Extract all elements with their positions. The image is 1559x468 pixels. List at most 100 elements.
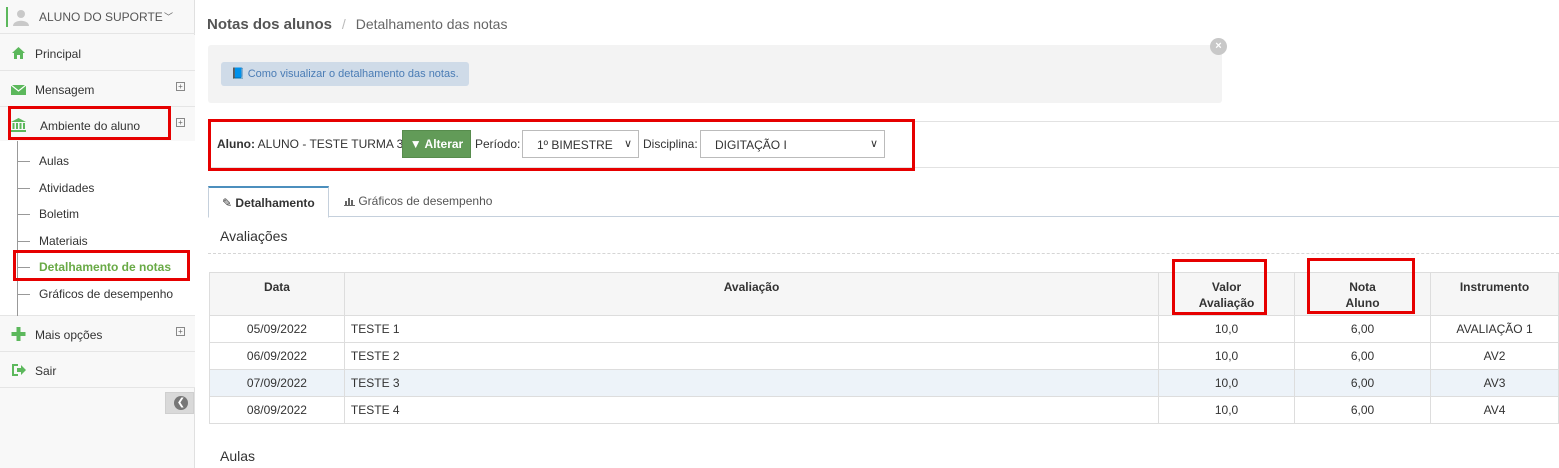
column-header-instrumento: Instrumento [1430, 272, 1559, 316]
page-subtitle: Detalhamento das notas [355, 16, 508, 32]
cell-instrumento: AVALIAÇÃO 1 [1430, 315, 1559, 343]
info-panel: 📘 Como visualizar o detalhamento das nota… [208, 45, 1222, 103]
divider [208, 167, 1559, 168]
submenu-item-label: Gráficos de desempenho [39, 287, 174, 301]
cell-data: 07/09/2022 [209, 369, 345, 397]
cell-valor: 10,0 [1158, 396, 1296, 424]
grades-table: Data Avaliação Valor Avaliação Nota Alun… [209, 272, 1559, 424]
student-name: ALUNO - TESTE TURMA 3 [257, 137, 404, 151]
divider [208, 121, 1559, 122]
user-indicator [6, 7, 8, 27]
submenu-item-atividades[interactable]: Atividades [18, 178, 194, 198]
tree-dash [18, 214, 30, 215]
table-row: 05/09/2022 TESTE 1 10,0 6,00 AVALIAÇÃO 1 [209, 315, 1559, 343]
tree-dash [18, 267, 30, 268]
expand-icon[interactable]: + [176, 118, 185, 127]
cell-avaliacao: TESTE 1 [343, 315, 1160, 343]
breadcrumb-separator: / [341, 16, 346, 32]
cell-data: 06/09/2022 [209, 342, 345, 370]
exit-icon [12, 364, 26, 376]
sidebar-collapse-button[interactable]: ❮ [165, 392, 194, 414]
column-header-data: Data [209, 272, 345, 316]
home-icon [12, 47, 25, 59]
filter-icon: ▼ [409, 137, 422, 151]
submenu-item-label: Detalhamento de notas [39, 260, 172, 274]
help-button[interactable]: 📘 Como visualizar o detalhamento das nota… [221, 62, 469, 86]
chevron-down-icon: ∨ [869, 138, 878, 150]
cell-data: 08/09/2022 [209, 396, 345, 424]
cell-nota: 6,00 [1294, 342, 1432, 370]
column-header-nota-aluno: Nota Aluno [1294, 272, 1432, 316]
cell-instrumento: AV3 [1430, 369, 1559, 397]
dashed-divider [208, 253, 1559, 254]
section-title-aulas: Aulas [220, 448, 256, 464]
chevron-down-icon: ﹀ [164, 12, 174, 22]
submenu-item-boletim[interactable]: Boletim [18, 204, 194, 224]
book-icon: 📘 [231, 68, 245, 80]
cell-data: 05/09/2022 [209, 315, 345, 343]
cell-valor: 10,0 [1158, 342, 1296, 370]
submenu-item-label: Atividades [39, 181, 95, 195]
avatar-icon [13, 10, 29, 26]
cell-valor: 10,0 [1158, 315, 1296, 343]
column-header-valor-avaliacao: Valor Avaliação [1158, 272, 1296, 316]
user-name: ALUNO DO SUPORTE [39, 10, 163, 24]
sidebar-item-sair[interactable]: Sair [0, 352, 195, 388]
tree-dash [18, 294, 30, 295]
disciplina-select[interactable]: DIGITAÇÃO I ∨ [700, 130, 885, 158]
arrow-left-icon: ❮ [174, 396, 188, 410]
edit-icon: ✎ [222, 196, 233, 210]
sidebar-item-label: Principal [35, 47, 82, 61]
table-header-row: Data Avaliação Valor Avaliação Nota Alun… [209, 272, 1559, 316]
envelope-icon [11, 84, 26, 95]
sidebar-item-ambiente-do-aluno[interactable]: Ambiente do aluno + [0, 107, 195, 143]
expand-icon[interactable]: + [176, 82, 185, 91]
table-row: 07/09/2022 TESTE 3 10,0 6,00 AV3 [209, 369, 1559, 397]
bar-chart-icon [344, 198, 355, 206]
submenu-ambiente-do-aluno: Aulas Atividades Boletim Materiais Detal… [0, 141, 195, 316]
submenu-item-graficos-de-desempenho[interactable]: Gráficos de desempenho [18, 284, 194, 304]
expand-icon[interactable]: + [176, 327, 185, 336]
table-row: 06/09/2022 TESTE 2 10,0 6,00 AV2 [209, 342, 1559, 370]
submenu-item-label: Boletim [39, 207, 80, 221]
cell-instrumento: AV2 [1430, 342, 1559, 370]
submenu-item-aulas[interactable]: Aulas [18, 151, 194, 171]
table-row: 08/09/2022 TESTE 4 10,0 6,00 AV4 [209, 396, 1559, 424]
submenu-item-label: Aulas [39, 154, 70, 168]
cell-instrumento: AV4 [1430, 396, 1559, 424]
disciplina-value: DIGITAÇÃO I [715, 138, 787, 152]
periodo-label: Período: [475, 137, 521, 151]
bank-icon [11, 118, 26, 132]
help-button-label: Como visualizar o detalhamento das notas… [247, 68, 459, 80]
submenu-item-materiais[interactable]: Materiais [18, 231, 194, 251]
page-title[interactable]: Notas dos alunos [207, 16, 332, 33]
periodo-select[interactable]: 1º BIMESTRE ∨ [522, 130, 639, 158]
user-menu[interactable]: ALUNO DO SUPORTE ﹀ [0, 0, 195, 34]
sidebar-item-label: Mensagem [35, 83, 95, 97]
sidebar-item-mensagem[interactable]: Mensagem + [0, 71, 195, 107]
student-info: Aluno: ALUNO - TESTE TURMA 3 [217, 137, 403, 151]
sidebar-item-label: Ambiente do aluno [40, 119, 141, 133]
section-title-avaliacoes: Avaliações [220, 228, 288, 244]
close-icon[interactable]: × [1210, 38, 1227, 55]
sidebar-item-label: Sair [35, 364, 57, 378]
sidebar-item-mais-opcoes[interactable]: Mais opções + [0, 316, 195, 352]
periodo-value: 1º BIMESTRE [537, 138, 613, 152]
disciplina-label: Disciplina: [643, 137, 698, 151]
submenu-item-detalhamento-de-notas[interactable]: Detalhamento de notas [18, 257, 194, 277]
column-header-avaliacao: Avaliação [343, 272, 1160, 316]
plus-icon [11, 327, 26, 341]
cell-valor: 10,0 [1158, 369, 1296, 397]
student-label: Aluno: [217, 137, 255, 151]
alterar-button[interactable]: ▼ Alterar [402, 130, 471, 158]
sidebar-item-label: Mais opções [35, 328, 103, 342]
sidebar-item-principal[interactable]: Principal [0, 35, 195, 71]
breadcrumb: Notas dos alunos / Detalhamento das nota… [207, 16, 507, 33]
tab-detalhamento[interactable]: ✎ Detalhamento [208, 186, 329, 218]
tab-label: Gráficos de desempenho [358, 194, 493, 208]
chevron-down-icon: ∨ [623, 138, 632, 150]
cell-avaliacao: TESTE 3 [343, 369, 1160, 397]
tab-bar: ✎ Detalhamento Gráficos de desempenho [208, 186, 1559, 218]
cell-nota: 6,00 [1294, 315, 1432, 343]
tab-graficos-de-desempenho[interactable]: Gráficos de desempenho [331, 186, 505, 217]
